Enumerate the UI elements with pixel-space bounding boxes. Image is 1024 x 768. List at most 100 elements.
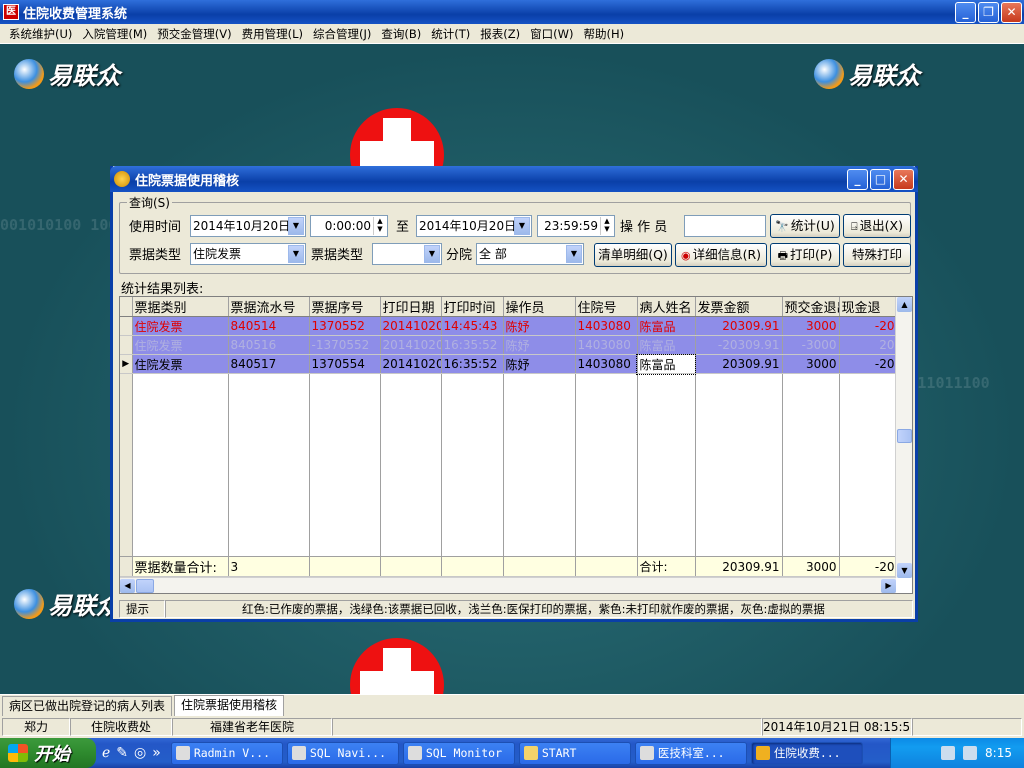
restore-button[interactable]: ❐ (978, 2, 999, 23)
scroll-right-icon[interactable]: ▶ (881, 579, 896, 593)
spinner-icon[interactable]: ▲ ▼ (600, 217, 613, 235)
grid-footer-row: 票据数量合计: 3 合计: 20309.91 3000 -20 (120, 556, 898, 577)
status-user: 郑力 (2, 718, 70, 736)
table-row-selected[interactable]: ▶ 住院发票 840517 1370554 20141020 16:35:52 陈妤 140… (120, 353, 898, 375)
printer-icon: 🖶 (777, 249, 789, 262)
task-medical-tech[interactable]: 医技科室... (634, 741, 747, 765)
spinner-icon[interactable]: ▲ ▼ (373, 217, 386, 235)
windows-flag-icon (8, 744, 28, 762)
minimize-button[interactable]: _ (955, 2, 976, 23)
footer-count-label: 票据数量合计: (132, 556, 229, 577)
dialog-close-button[interactable]: ✕ (893, 169, 914, 190)
result-list-label: 统计结果列表: (121, 282, 204, 297)
col-header[interactable]: 操作员 (503, 297, 576, 317)
task-radmin[interactable]: Radmin V... (170, 741, 283, 765)
chevron-down-icon[interactable]: ▼ (288, 245, 304, 263)
dialog-title: 住院票据使用稽核 (135, 173, 240, 189)
close-button[interactable]: ✕ (1001, 2, 1022, 23)
col-header[interactable]: 打印日期 (380, 297, 442, 317)
col-header[interactable]: 票据序号 (309, 297, 381, 317)
dialog-status-bar: 提示 红色:已作废的票据，浅绿色:该票据已回收，浅兰色:医保打印的票据，紫色:未… (119, 600, 913, 618)
scroll-down-icon[interactable]: ▼ (897, 563, 912, 578)
vertical-scrollbar[interactable]: ▲ ▼ (895, 297, 912, 578)
exit-button[interactable]: ⍈ 退出(X) (843, 214, 911, 238)
menu-deposit[interactable]: 预交金管理(V) (152, 26, 236, 42)
col-header[interactable]: 预交金退出 (782, 297, 840, 317)
status-hospital: 福建省老年医院 (172, 718, 332, 736)
task-inpatient-billing[interactable]: 住院收费... (750, 741, 863, 765)
dialog-maximize-button[interactable]: □ (870, 169, 891, 190)
col-header[interactable]: 票据流水号 (228, 297, 310, 317)
footer-count: 3 (228, 556, 310, 577)
col-header[interactable]: 票据类别 (132, 297, 229, 317)
col-header[interactable]: 病人姓名 (637, 297, 696, 317)
scroll-up-icon[interactable]: ▲ (897, 297, 912, 312)
date-to-picker[interactable]: 2014年10月20日 ▼ (416, 215, 532, 237)
clock: 8:15 (985, 746, 1012, 760)
table-row[interactable]: 住院发票 840514 1370552 20141020 14:45:43 陈妤 14030… (120, 316, 898, 336)
to-label: 至 (396, 220, 410, 235)
task-sql-navigator[interactable]: SQL Navi... (286, 741, 399, 765)
use-time-label: 使用时间 (129, 220, 182, 235)
operator-label: 操 作 员 (620, 220, 668, 235)
chevron-down-icon[interactable]: ▼ (514, 217, 530, 235)
app-window-icon (639, 746, 654, 760)
menu-help[interactable]: 帮助(H) (578, 26, 629, 42)
hscroll-thumb[interactable] (136, 579, 154, 593)
chevron-down-icon[interactable]: ▼ (288, 217, 304, 235)
scroll-left-icon[interactable]: ◀ (120, 579, 135, 593)
col-header[interactable]: 住院号 (575, 297, 638, 317)
tab-ticket-audit[interactable]: 住院票据使用稽核 (174, 695, 285, 716)
row-pointer-icon: ▶ (120, 354, 133, 374)
print-button[interactable]: 🖶 打印(P) (770, 243, 840, 267)
col-header[interactable]: 现金退 (839, 297, 898, 317)
menu-system[interactable]: 系统维护(U) (4, 26, 77, 42)
time-to-spinner[interactable]: 23:59:59 ▲ ▼ (537, 215, 615, 237)
task-sql-monitor[interactable]: SQL Monitor (402, 741, 515, 765)
status-datetime: 2014年10月21日 08:15:58 (762, 718, 912, 736)
menu-window[interactable]: 窗口(W) (525, 26, 578, 42)
keyboard-icon[interactable] (941, 746, 956, 760)
menu-stats[interactable]: 统计(T) (426, 26, 475, 42)
menu-fees[interactable]: 费用管理(L) (237, 26, 308, 42)
ticket-type2-select[interactable]: ▼ (372, 243, 442, 265)
tool-icon[interactable]: ✎ (116, 745, 128, 761)
stats-button[interactable]: 🔭 统计(U) (770, 214, 840, 238)
branch-select[interactable]: 全 部 ▼ (476, 243, 584, 265)
ticket-type-select[interactable]: 住院发票 ▼ (190, 243, 306, 265)
time-from-spinner[interactable]: 0:00:00 ▲ ▼ (310, 215, 388, 237)
chevron-down-icon[interactable]: ▼ (566, 245, 582, 263)
detail-list-button[interactable]: 清单明细(Q) (594, 243, 672, 267)
special-print-button[interactable]: 特殊打印 (843, 243, 911, 267)
ticket-audit-dialog: 住院票据使用稽核 _ □ ✕ 查询(S) 使用时间 2014年10月20日 ▼ 0… (110, 166, 918, 622)
date-from-picker[interactable]: 2014年10月20日 ▼ (190, 215, 306, 237)
quick-launch: ℯ ✎ ◎ » (96, 745, 167, 761)
horizontal-scrollbar[interactable]: ◀ ▶ (120, 577, 896, 593)
start-button[interactable]: 开始 (0, 738, 96, 768)
detail-info-button[interactable]: ◉ 详细信息(R) (675, 243, 767, 267)
app-icon: 医 (3, 4, 19, 20)
col-header[interactable]: 发票金额 (695, 297, 783, 317)
status-hint: 提示 (119, 600, 165, 618)
tab-discharged-patients[interactable]: 病区已做出院登记的病人列表 (2, 696, 173, 716)
table-row[interactable]: 住院发票 840516 -1370552 20141020 16:35:52 陈妤 1403… (120, 335, 898, 355)
results-grid[interactable]: 票据类别 票据流水号 票据序号 打印日期 打印时间 操作员 住院号 病人姓名 发… (119, 296, 913, 594)
col-header[interactable]: 打印时间 (441, 297, 504, 317)
menu-general[interactable]: 综合管理(J) (308, 26, 376, 42)
menu-query[interactable]: 查询(B) (376, 26, 426, 42)
ie-icon[interactable]: ℯ (102, 745, 110, 761)
window-tabs: 病区已做出院登记的病人列表 住院票据使用稽核 (0, 694, 1024, 716)
chevron-down-icon[interactable]: ▼ (424, 245, 440, 263)
expand-icon[interactable]: » (152, 745, 161, 761)
network-icon[interactable] (963, 746, 978, 760)
dialog-minimize-button[interactable]: _ (847, 169, 868, 190)
door-exit-icon: ⍈ (851, 220, 858, 233)
ticket-type-label: 票据类型 (129, 248, 182, 263)
scroll-thumb[interactable] (897, 429, 912, 443)
menu-reports[interactable]: 报表(Z) (475, 26, 525, 42)
media-icon[interactable]: ◎ (134, 745, 146, 761)
menu-admission[interactable]: 入院管理(M) (77, 26, 152, 42)
task-start-folder[interactable]: START (518, 741, 631, 765)
operator-input[interactable] (684, 215, 766, 237)
app-status-bar: 郑力 住院收费处 福建省老年医院 2014年10月21日 08:15:58 (0, 716, 1024, 738)
